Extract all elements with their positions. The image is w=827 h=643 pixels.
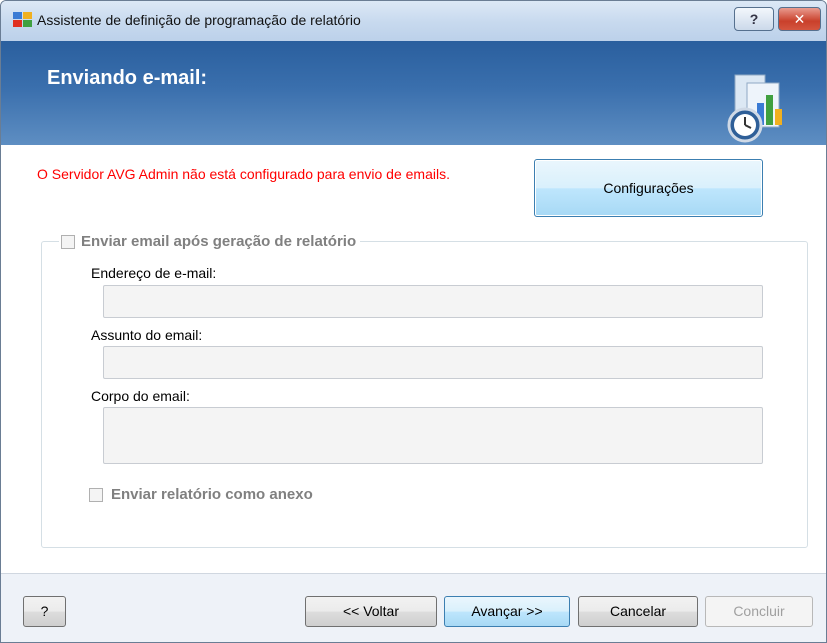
wizard-header: Enviando e-mail: — [1, 41, 826, 145]
smtp-error-message: O Servidor AVG Admin não está configurad… — [37, 166, 450, 182]
title-help-button[interactable]: ? — [734, 7, 774, 31]
send-email-label: Enviar email após geração de relatório — [81, 233, 357, 250]
window-title: Assistente de definição de programação d… — [37, 12, 361, 28]
attach-report-checkbox[interactable] — [89, 487, 103, 502]
avg-app-icon — [13, 12, 32, 27]
attach-report-option[interactable]: Enviar relatório como anexo — [89, 486, 313, 503]
configuracoes-button[interactable]: Configurações — [534, 159, 763, 217]
cancel-button[interactable]: Cancelar — [578, 596, 698, 627]
wizard-window: Assistente de definição de programação d… — [0, 0, 827, 643]
email-address-field[interactable] — [103, 285, 763, 318]
attach-report-label: Enviar relatório como anexo — [111, 486, 313, 503]
email-subject-field[interactable] — [103, 346, 763, 379]
send-email-option[interactable]: Enviar email após geração de relatório — [59, 233, 361, 250]
wizard-footer: ? << Voltar Avançar >> Cancelar Concluir — [1, 573, 826, 642]
next-button[interactable]: Avançar >> — [444, 596, 570, 627]
close-button[interactable]: ✕ — [778, 7, 821, 31]
help-button[interactable]: ? — [23, 596, 66, 627]
back-button[interactable]: << Voltar — [305, 596, 437, 627]
page-title: Enviando e-mail: — [47, 67, 208, 89]
report-schedule-icon — [727, 74, 782, 143]
finish-button: Concluir — [705, 596, 813, 627]
title-bar: Assistente de definição de programação d… — [1, 1, 826, 41]
email-subject-label: Assunto do email: — [91, 327, 203, 343]
wizard-content: O Servidor AVG Admin não está configurad… — [1, 145, 826, 573]
email-address-label: Endereço de e-mail: — [91, 265, 217, 281]
send-email-checkbox[interactable] — [61, 234, 75, 249]
email-body-label: Corpo do email: — [91, 388, 190, 404]
email-body-field[interactable] — [103, 407, 763, 464]
